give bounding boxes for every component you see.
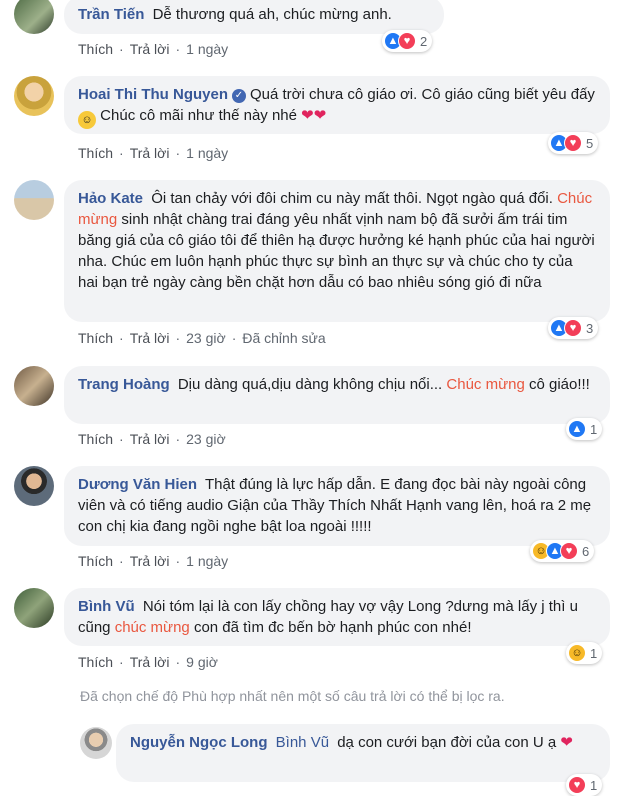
- comment-bubble: Nguyễn Ngọc Long Bình Vũ dạ con cưới bạn…: [116, 724, 610, 782]
- commenter-name[interactable]: Hảo Kate: [78, 190, 143, 207]
- love-reaction-icon: ♥: [564, 134, 582, 152]
- commenter-name[interactable]: Dương Văn Hien: [78, 476, 197, 493]
- comment-text: Dịu dàng quá,dịu dàng không chịu nổi...: [177, 376, 443, 393]
- comment-text-continued: Chúc cô mãi như thế này nhé: [100, 107, 297, 124]
- comment-bubble: Hảo Kate Ôi tan chảy với đôi chim cu này…: [64, 180, 610, 322]
- filter-notice: Đã chọn chế độ Phù hợp nhất nên một số c…: [80, 688, 505, 704]
- mention-link[interactable]: Bình Vũ: [276, 734, 329, 751]
- reply-link[interactable]: Trả lời: [130, 654, 170, 670]
- like-reaction-icon: ▲: [568, 420, 586, 438]
- reaction-summary[interactable]: ♥ 1: [566, 774, 603, 796]
- grinning-emoji-icon: ☺: [78, 111, 96, 129]
- reply-link[interactable]: Trả lời: [130, 431, 170, 447]
- reaction-count: 3: [586, 320, 594, 336]
- love-reaction-icon: ♥: [568, 776, 586, 794]
- avatar[interactable]: [80, 727, 112, 759]
- reaction-count: 1: [590, 777, 598, 793]
- comment-time[interactable]: 23 giờ: [186, 431, 226, 447]
- heart-emoji-icon: ❤❤: [301, 107, 327, 124]
- comment-text: Ôi tan chảy với đôi chim cu này mất thôi…: [151, 190, 553, 207]
- love-reaction-icon: ♥: [560, 542, 578, 560]
- reaction-count: 1: [590, 645, 598, 661]
- comment-actions: Thích · Trả lời · 23 giờ: [78, 431, 226, 447]
- comment-text-continued: con đã tìm đc bến bờ hạnh phúc con nhé!: [193, 619, 472, 636]
- reply-link[interactable]: Trả lời: [130, 330, 170, 346]
- comment-time[interactable]: 1 ngày: [186, 41, 228, 57]
- comment-text: Dễ thương quá ah, chúc mừng anh.: [152, 6, 392, 23]
- comment-actions: Thích · Trả lời · 23 giờ · Đã chỉnh sửa: [78, 330, 326, 346]
- comment-bubble: Hoai Thi Thu Nguyen ✓ Quá trời chưa cô giá…: [64, 76, 610, 134]
- congrats-highlight[interactable]: Chúc mừng: [446, 376, 524, 393]
- reply-link[interactable]: Trả lời: [130, 41, 170, 57]
- comment-actions: Thích · Trả lời · 1 ngày: [78, 41, 229, 57]
- love-reaction-icon: ♥: [564, 319, 582, 337]
- verified-badge-icon: ✓: [232, 89, 246, 103]
- like-link[interactable]: Thích: [78, 145, 113, 161]
- comment-text: Quá trời chưa cô giáo ơi. Cô giáo cũng b…: [250, 86, 595, 103]
- comment-time[interactable]: 1 ngày: [186, 145, 228, 161]
- reaction-count: 6: [582, 543, 590, 559]
- comment-time[interactable]: 1 ngày: [186, 553, 228, 569]
- reaction-summary[interactable]: ▲ ♥ 3: [548, 317, 599, 339]
- comment-actions: Thích · Trả lời · 1 ngày: [78, 145, 229, 161]
- commenter-name[interactable]: Hoai Thi Thu Nguyen: [78, 86, 228, 103]
- reaction-count: 5: [586, 135, 594, 151]
- heart-emoji-icon: ❤: [560, 734, 573, 751]
- love-reaction-icon: ♥: [398, 32, 416, 50]
- reaction-summary[interactable]: ▲ 1: [566, 418, 603, 440]
- like-link[interactable]: Thích: [78, 41, 113, 57]
- commenter-name[interactable]: Trần Tiến: [78, 6, 144, 23]
- comment-bubble: Trang Hoàng Dịu dàng quá,dịu dàng không …: [64, 366, 610, 424]
- like-link[interactable]: Thích: [78, 654, 113, 670]
- reaction-summary[interactable]: ☺ 1: [566, 642, 603, 664]
- avatar[interactable]: [14, 76, 54, 116]
- comment-time[interactable]: 23 giờ: [186, 330, 226, 346]
- avatar[interactable]: [14, 180, 54, 220]
- comment-time[interactable]: 9 giờ: [186, 654, 218, 670]
- avatar[interactable]: [14, 466, 54, 506]
- comment-text-continued: sinh nhật chàng trai đáng yêu nhất vịnh …: [78, 211, 595, 291]
- comment-text: dạ con cưới bạn đời của con U ạ: [337, 734, 557, 751]
- comment-bubble: Bình Vũ Nói tóm lại là con lấy chồng hay…: [64, 588, 610, 646]
- reaction-summary[interactable]: ☺ ▲ ♥ 6: [530, 540, 595, 562]
- comment-bubble: Trần Tiến Dễ thương quá ah, chúc mừng an…: [64, 0, 444, 34]
- commenter-name[interactable]: Trang Hoàng: [78, 376, 170, 393]
- like-link[interactable]: Thích: [78, 431, 113, 447]
- avatar[interactable]: [14, 366, 54, 406]
- avatar[interactable]: [14, 588, 54, 628]
- reaction-count: 2: [420, 33, 428, 49]
- reaction-count: 1: [590, 421, 598, 437]
- like-link[interactable]: Thích: [78, 330, 113, 346]
- reply-link[interactable]: Trả lời: [130, 145, 170, 161]
- commenter-name[interactable]: Nguyễn Ngọc Long: [130, 734, 268, 751]
- like-link[interactable]: Thích: [78, 553, 113, 569]
- avatar[interactable]: [14, 0, 54, 34]
- commenter-name[interactable]: Bình Vũ: [78, 598, 135, 615]
- comment-actions: Thích · Trả lời · 1 ngày: [78, 553, 229, 569]
- reaction-summary[interactable]: ▲ ♥ 5: [548, 132, 599, 154]
- congrats-highlight[interactable]: chúc mừng: [115, 619, 190, 636]
- comment-text-continued: cô giáo!!!: [528, 376, 590, 393]
- reply-link[interactable]: Trả lời: [130, 553, 170, 569]
- comment-bubble: Dương Văn Hien Thật đúng là lực hấp dẫn.…: [64, 466, 610, 546]
- comment-actions: Thích · Trả lời · 9 giờ: [78, 654, 218, 670]
- reaction-summary[interactable]: ▲ ♥ 2: [382, 30, 433, 52]
- edited-label[interactable]: Đã chỉnh sửa: [242, 330, 325, 346]
- haha-reaction-icon: ☺: [568, 644, 586, 662]
